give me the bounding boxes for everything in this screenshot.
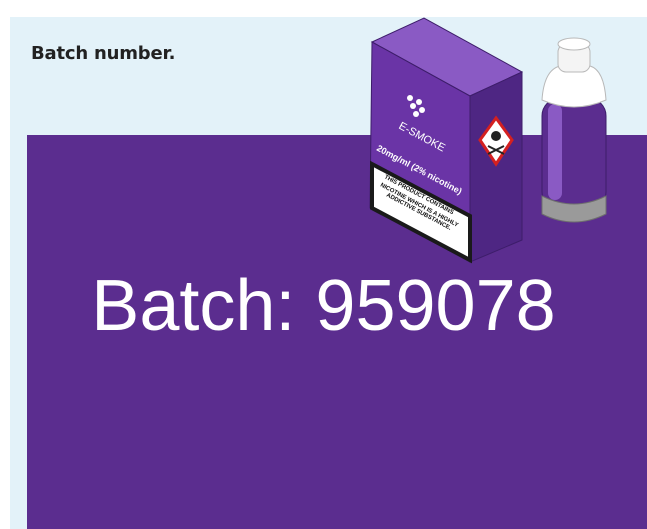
batch-number-text: Batch: 959078	[91, 266, 556, 346]
page-title: Batch number.	[31, 43, 176, 64]
